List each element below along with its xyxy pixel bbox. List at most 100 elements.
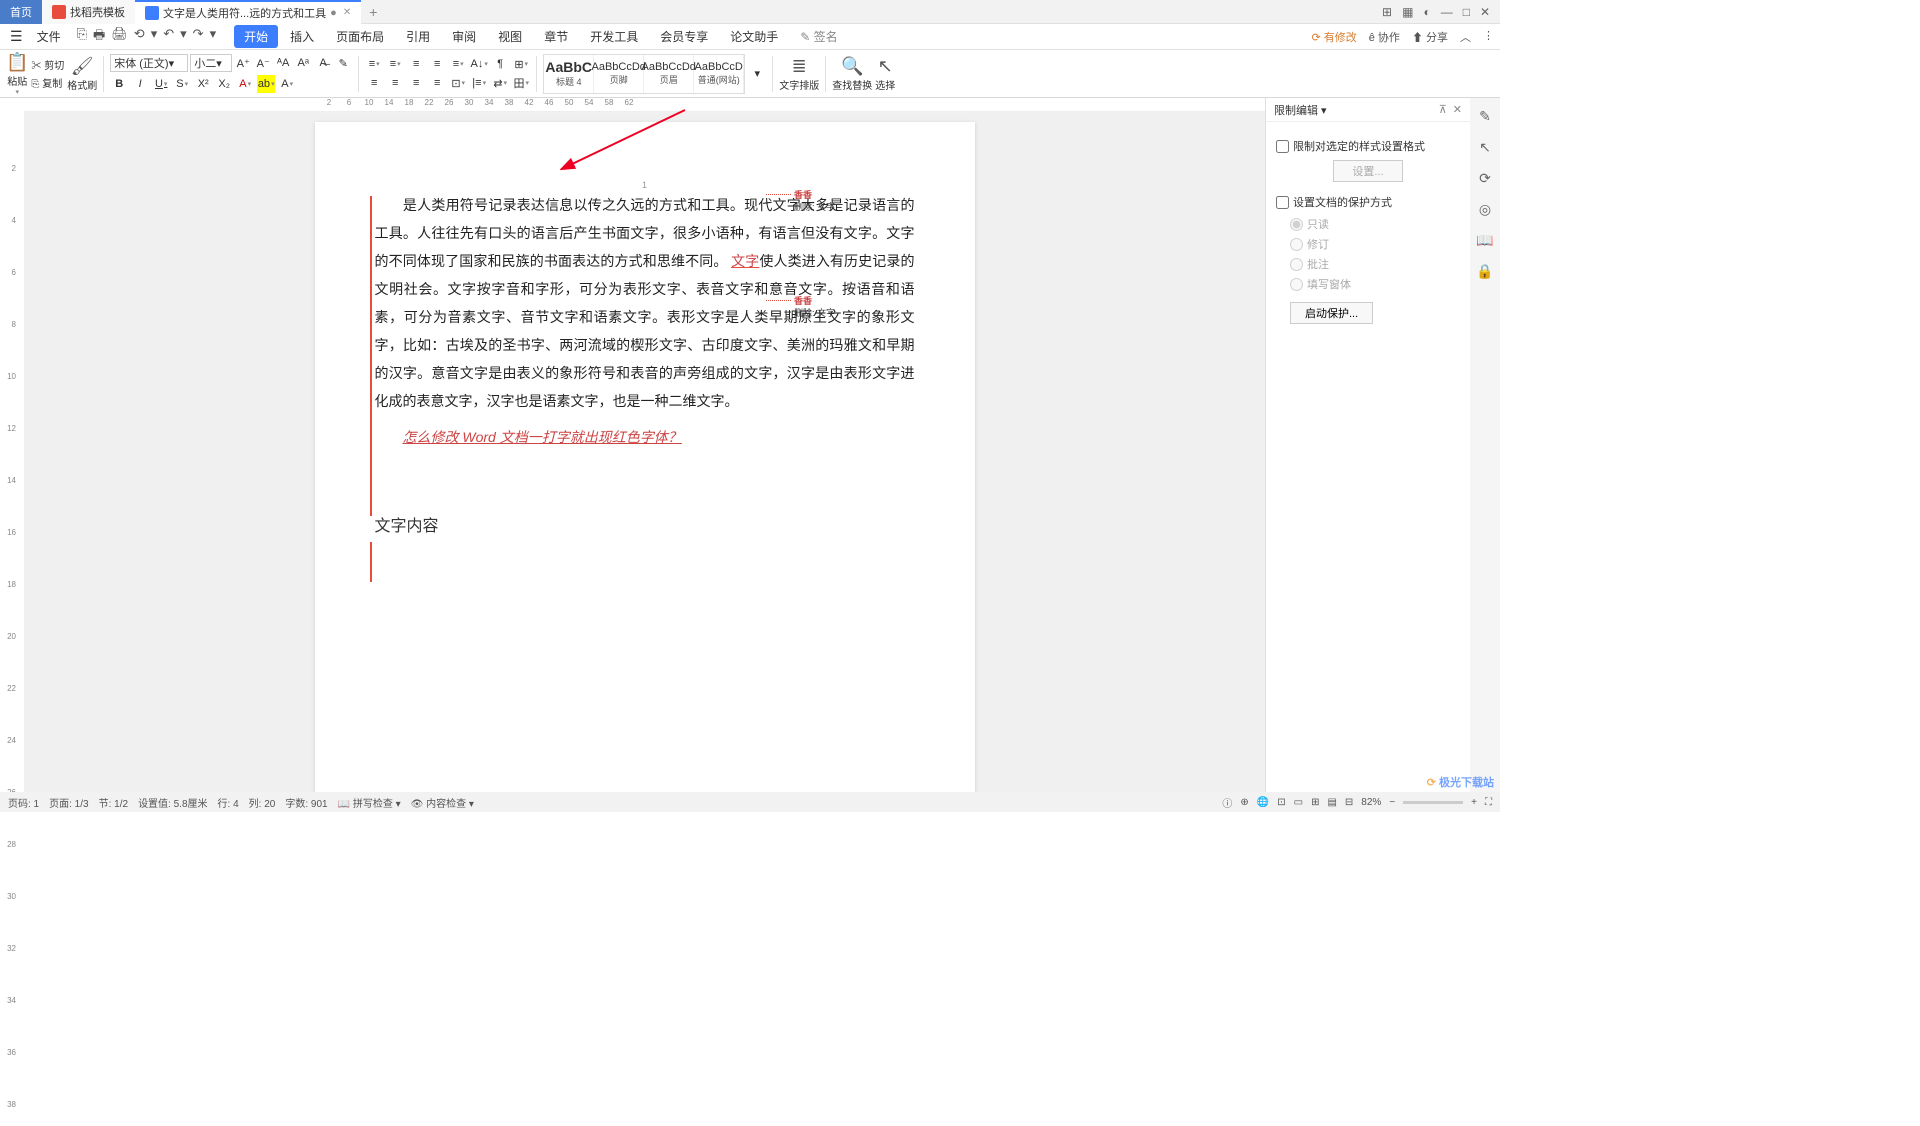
align-left-icon[interactable]: ≡	[365, 74, 383, 92]
view-2col-icon[interactable]: ▤	[1327, 797, 1336, 808]
settings-button[interactable]: 设置...	[1333, 160, 1402, 182]
bold-button[interactable]: B	[110, 75, 128, 93]
qat-redo-icon[interactable]: ↷	[193, 26, 204, 48]
highlight-button[interactable]: ab	[257, 75, 275, 93]
document-body[interactable]: 是人类用符号记录表达信息以传之久远的方式和工具。现代文字大多是记录语言的工具。人…	[375, 192, 915, 452]
qat-refresh-icon[interactable]: ⟲	[134, 26, 145, 48]
menu-sign[interactable]: ✎ 签名	[790, 25, 847, 48]
side-sync-icon[interactable]: ⟳	[1479, 170, 1491, 187]
side-select-icon[interactable]: ↖	[1479, 139, 1491, 156]
menu-tab-start[interactable]: 开始	[234, 25, 278, 48]
editor-area[interactable]: 📄▸ 1 是人类用符号记录表达信息以传之久远的方式和工具。现代文字大多是记录语言…	[24, 112, 1265, 792]
collapse-ribbon-icon[interactable]: ︿	[1460, 29, 1471, 45]
font-name-select[interactable]: 宋体 (正文) ▾	[110, 54, 188, 72]
qat-print-icon[interactable]: 🖶	[93, 26, 105, 48]
menu-tab-references[interactable]: 引用	[396, 25, 440, 48]
skin-icon[interactable]: ◐	[1423, 5, 1430, 19]
protect-mode-checkbox[interactable]: 设置文档的保护方式	[1276, 194, 1460, 210]
qat-dd1-icon[interactable]: ▾	[151, 26, 158, 48]
status-spellcheck[interactable]: 📖 拼写检查 ▾	[338, 795, 401, 810]
ruler-horizontal[interactable]: 261014182226303438424650545862	[24, 98, 1265, 112]
qat-new-icon[interactable]: ⎘	[77, 26, 87, 48]
qat-undo-icon[interactable]: ↶	[163, 26, 174, 48]
side-target-icon[interactable]: ◎	[1479, 201, 1491, 218]
find-replace-button[interactable]: 🔍查找替换	[832, 56, 872, 92]
clear-format-icon[interactable]: A̶	[314, 54, 332, 72]
superscript-button[interactable]: X²	[194, 75, 212, 93]
side-lock-icon[interactable]: 🔒	[1476, 263, 1493, 280]
italic-button[interactable]: I	[131, 75, 149, 93]
menu-file[interactable]: 文件	[31, 28, 67, 45]
font-color-button[interactable]: A	[236, 75, 254, 93]
tracked-link[interactable]: 文字	[731, 253, 759, 269]
panel-close-icon[interactable]: ✕	[1453, 103, 1462, 116]
grid-icon[interactable]: ▦	[1402, 5, 1413, 19]
menu-tab-member[interactable]: 会员专享	[650, 25, 718, 48]
pin-icon[interactable]: ⊼	[1439, 103, 1447, 116]
zoom-in-icon[interactable]: +	[1471, 797, 1477, 808]
font-effect-icon[interactable]: ✎	[334, 54, 352, 72]
share-button[interactable]: ⬆ 分享	[1412, 29, 1448, 45]
tab-document[interactable]: 文字是人类用符...远的方式和工具 ● ✕	[135, 0, 361, 24]
radio-readonly[interactable]: 只读	[1290, 216, 1460, 232]
status-page[interactable]: 页面: 1/3	[49, 795, 88, 810]
table-icon[interactable]: ⊞	[512, 55, 530, 73]
menu-tab-pagelayout[interactable]: 页面布局	[326, 25, 394, 48]
phonetic-icon[interactable]: Aᵃ	[294, 54, 312, 72]
text-layout-button[interactable]: ≣文字排版	[779, 56, 819, 92]
qat-dd2-icon[interactable]: ▾	[180, 26, 187, 48]
style-normal-web[interactable]: AaBbCcD普通(网站)	[694, 55, 744, 93]
paste-button[interactable]: 📋粘贴▾	[6, 52, 28, 96]
side-book-icon[interactable]: 📖	[1476, 232, 1493, 249]
paragraph-mark-icon[interactable]: ¶	[491, 55, 509, 73]
collab-button[interactable]: ê 协作	[1369, 29, 1400, 45]
distribute-icon[interactable]: ⊡	[449, 74, 467, 92]
revision-balloon[interactable]: 香香 删除: 文字	[794, 189, 835, 213]
copy-button[interactable]: ⎘ 复制	[31, 74, 64, 91]
changes-button[interactable]: ⟳ 有修改	[1311, 29, 1356, 45]
styles-more-icon[interactable]: ▾	[748, 65, 766, 83]
layout-icon[interactable]: ⊞	[1382, 5, 1392, 19]
style-header[interactable]: AaBbCcDd页眉	[644, 55, 694, 93]
radio-comments[interactable]: 批注	[1290, 256, 1460, 272]
borders-icon[interactable]: 田	[512, 74, 530, 92]
view-outline-icon[interactable]: ⊞	[1311, 797, 1319, 808]
revision-balloon[interactable]: 香香 删除: 文字	[794, 295, 835, 319]
font-grow-icon[interactable]: A⁺	[234, 54, 252, 72]
zoom-out-icon[interactable]: −	[1389, 797, 1395, 808]
numbering-icon[interactable]: ≡	[386, 55, 404, 73]
red-question-link[interactable]: 怎么修改 Word 文档一打字就出现红色字体？	[403, 424, 682, 450]
format-painter-button[interactable]: 🖌格式刷	[67, 56, 97, 92]
more-icon[interactable]: ⋮	[1483, 29, 1494, 45]
close-icon[interactable]: ✕	[1480, 5, 1490, 19]
tab-template[interactable]: 找稻壳模板	[42, 0, 135, 24]
menu-tab-view[interactable]: 视图	[488, 25, 532, 48]
multilevel-icon[interactable]: ≡	[449, 55, 467, 73]
char-border-button[interactable]: A	[278, 75, 296, 93]
select-button[interactable]: ↖选择	[875, 56, 895, 92]
font-shrink-icon[interactable]: A⁻	[254, 54, 272, 72]
text-direction-icon[interactable]: ⇄	[491, 74, 509, 92]
bullets-icon[interactable]: ≡	[365, 55, 383, 73]
underline-button[interactable]: U	[152, 75, 170, 93]
status-wordcount[interactable]: 字数: 901	[285, 795, 327, 810]
view-eye-icon[interactable]: ⊕	[1240, 797, 1248, 808]
hamburger-icon[interactable]: ☰	[6, 28, 27, 45]
restrict-styles-checkbox[interactable]: 限制对选定的样式设置格式	[1276, 138, 1460, 154]
align-right-icon[interactable]: ≡	[407, 74, 425, 92]
style-heading4[interactable]: AaBbC标题 4	[544, 55, 594, 93]
start-protection-button[interactable]: 启动保护...	[1290, 302, 1373, 324]
tab-add[interactable]: +	[361, 4, 385, 20]
minimize-icon[interactable]: —	[1441, 5, 1453, 19]
sort-icon[interactable]: A↓	[470, 55, 488, 73]
indent-icon[interactable]: ≡	[428, 55, 446, 73]
tab-home[interactable]: 首页	[0, 0, 42, 24]
cut-button[interactable]: ✂ 剪切	[31, 56, 64, 73]
subscript-button[interactable]: X₂	[215, 75, 233, 93]
tab-close-icon[interactable]: ✕	[343, 7, 351, 18]
view-split-icon[interactable]: ⊟	[1345, 797, 1353, 808]
qat-printpreview-icon[interactable]: 🖨	[111, 26, 128, 48]
fullscreen-icon[interactable]: ⛶	[1485, 797, 1492, 808]
outdent-icon[interactable]: ≡	[407, 55, 425, 73]
align-justify-icon[interactable]: ≡	[428, 74, 446, 92]
